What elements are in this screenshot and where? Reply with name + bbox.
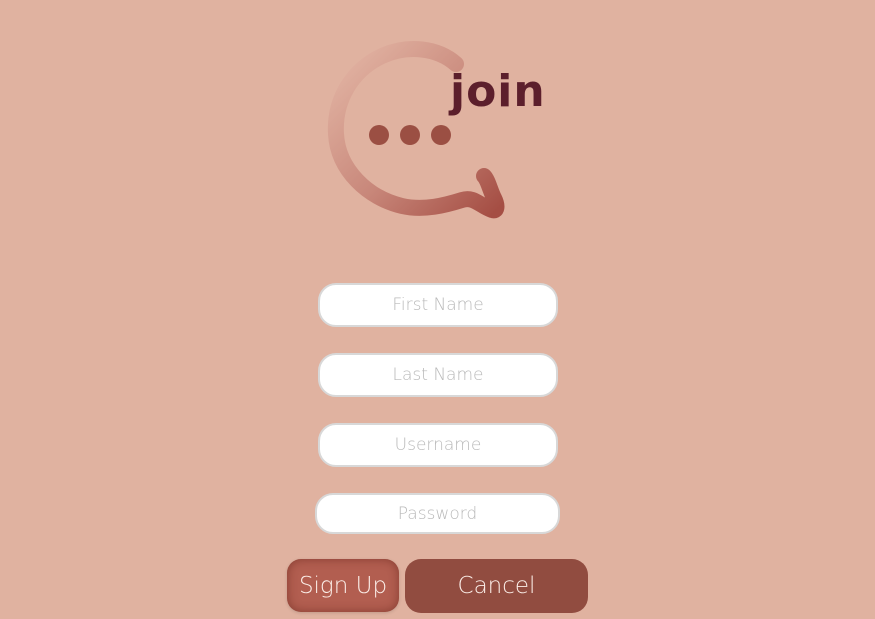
password-input[interactable] [315, 493, 560, 534]
first-name-input[interactable] [318, 283, 558, 327]
logo-dot-3 [431, 125, 451, 145]
logo-dot-1 [369, 125, 389, 145]
last-name-input[interactable] [318, 353, 558, 397]
logo-dot-2 [400, 125, 420, 145]
username-input[interactable] [318, 423, 558, 467]
cancel-button[interactable]: Cancel [405, 559, 588, 613]
logo-wordmark: join [450, 66, 546, 117]
sign-up-button[interactable]: Sign Up [287, 559, 399, 612]
